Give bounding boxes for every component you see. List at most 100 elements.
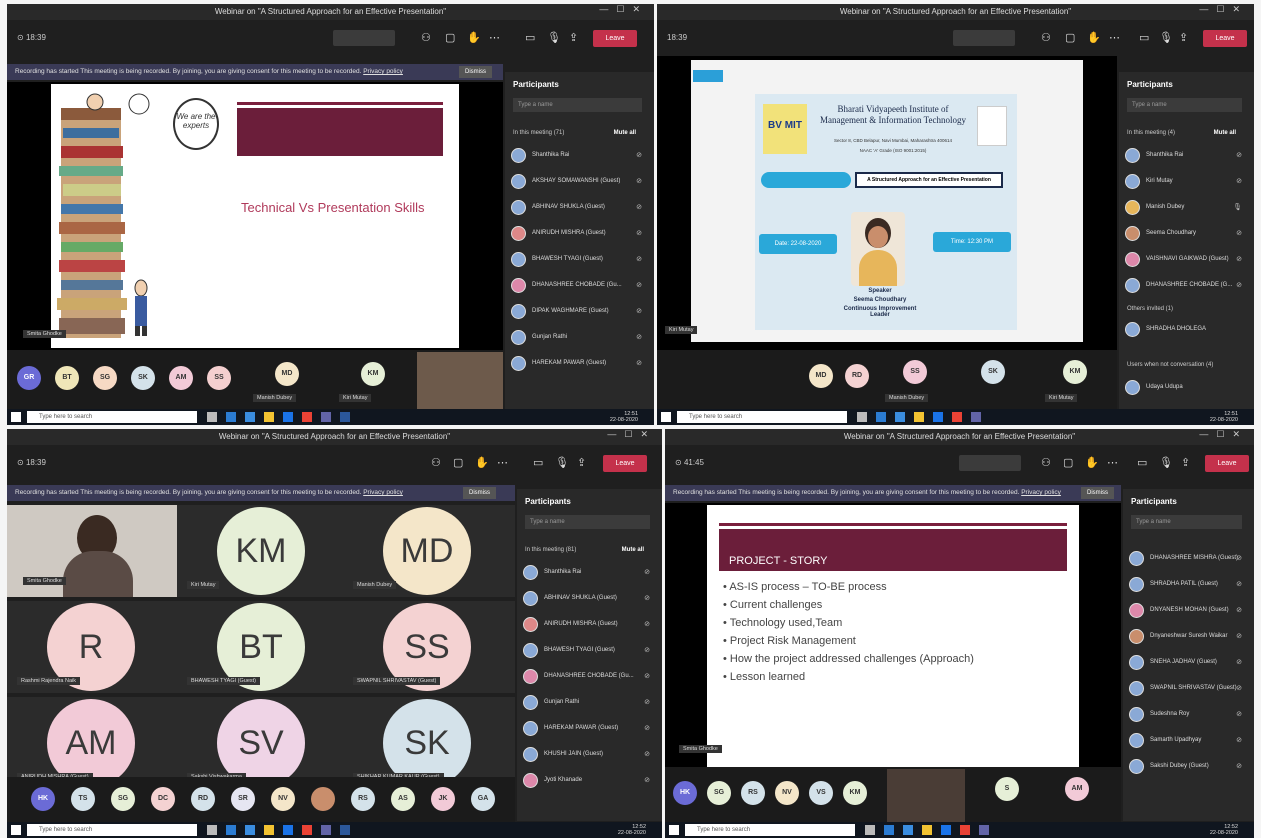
mic-icon[interactable]: 🎙 bbox=[1159, 456, 1173, 469]
search-box[interactable] bbox=[959, 455, 1021, 471]
avatar[interactable]: AS bbox=[391, 787, 415, 811]
list-item[interactable]: Gunjan Rathi ⊘ bbox=[511, 324, 646, 350]
mute-all-button[interactable]: Mute all bbox=[622, 547, 644, 553]
list-item[interactable]: BHAWESH TYAGI (Guest) ⊘ bbox=[511, 246, 646, 272]
avatar[interactable]: RD bbox=[845, 364, 869, 388]
list-item[interactable]: Manish Dubey 🎙 bbox=[1125, 194, 1246, 220]
store-icon[interactable] bbox=[895, 412, 905, 422]
avatar[interactable]: AM bbox=[169, 366, 193, 390]
search-box[interactable] bbox=[953, 30, 1015, 46]
avatar[interactable] bbox=[311, 787, 335, 811]
list-item[interactable]: DHANASHREE CHOBADE (G... ⊘ bbox=[1125, 272, 1246, 298]
list-item[interactable]: ANIRUDH MISHRA (Guest) ⊘ bbox=[511, 220, 646, 246]
avatar[interactable]: JK bbox=[431, 787, 455, 811]
mail-icon[interactable] bbox=[933, 412, 943, 422]
avatar[interactable]: NV bbox=[775, 781, 799, 805]
camera-icon[interactable]: ▭ bbox=[533, 456, 543, 469]
list-item[interactable]: KHUSHI JAIN (Guest) ⊘ bbox=[523, 741, 654, 767]
avatar[interactable]: SR bbox=[231, 787, 255, 811]
task-view-icon[interactable] bbox=[865, 825, 875, 835]
store-icon[interactable] bbox=[245, 412, 255, 422]
mic-icon[interactable]: 🎙 bbox=[547, 31, 561, 44]
avatar[interactable]: SS bbox=[207, 366, 231, 390]
mic-icon[interactable]: 🎙 bbox=[1159, 31, 1173, 44]
avatar[interactable]: RS bbox=[741, 781, 765, 805]
raise-hand-icon[interactable]: ✋ bbox=[1087, 31, 1101, 44]
edge-icon[interactable] bbox=[876, 412, 886, 422]
share-icon[interactable]: ⇪ bbox=[1179, 31, 1188, 44]
camera-icon[interactable]: ▭ bbox=[1139, 31, 1149, 44]
list-item[interactable]: DHANASHREE CHOBADE (Gu... ⊘ bbox=[523, 663, 654, 689]
leave-button[interactable]: Leave bbox=[1203, 30, 1247, 47]
participants-icon[interactable]: ⚇ bbox=[421, 31, 431, 44]
list-item[interactable]: Shanthika Rai ⊘ bbox=[511, 142, 646, 168]
store-icon[interactable] bbox=[903, 825, 913, 835]
teams-icon[interactable] bbox=[979, 825, 989, 835]
mail-icon[interactable] bbox=[283, 412, 293, 422]
avatar[interactable]: MD bbox=[809, 364, 833, 388]
taskbar-search[interactable]: Type here to search bbox=[27, 411, 197, 423]
avatar[interactable]: VS bbox=[809, 781, 833, 805]
list-item[interactable]: Sudeshna Roy ⊘ bbox=[1129, 701, 1246, 727]
mail-icon[interactable] bbox=[283, 825, 293, 835]
avatar[interactable]: BT bbox=[55, 366, 79, 390]
list-item[interactable]: Dnyaneshwar Suresh Waikar ⊘ bbox=[1129, 623, 1246, 649]
raise-hand-icon[interactable]: ✋ bbox=[467, 31, 481, 44]
teams-icon[interactable] bbox=[321, 412, 331, 422]
leave-button[interactable]: Leave bbox=[593, 30, 637, 47]
window-controls[interactable]: —☐✕ bbox=[1199, 429, 1248, 440]
list-item[interactable]: Sakshi Dubey (Guest) ⊘ bbox=[1129, 753, 1246, 779]
word-icon[interactable] bbox=[340, 825, 350, 835]
privacy-link[interactable]: Privacy policy bbox=[1021, 489, 1061, 496]
explorer-icon[interactable] bbox=[264, 825, 274, 835]
list-item[interactable]: AKSHAY SOMAWANSHI (Guest) ⊘ bbox=[511, 168, 646, 194]
avatar[interactable]: MD bbox=[275, 362, 299, 386]
leave-button[interactable]: Leave bbox=[603, 455, 647, 472]
avatar[interactable]: SK bbox=[131, 366, 155, 390]
chat-icon[interactable]: ▢ bbox=[1065, 31, 1075, 44]
list-item[interactable]: HAREKAM PAWAR (Guest) ⊘ bbox=[511, 350, 646, 376]
avatar[interactable]: KM bbox=[843, 781, 867, 805]
task-view-icon[interactable] bbox=[207, 825, 217, 835]
leave-button[interactable]: Leave bbox=[1205, 455, 1249, 472]
avatar[interactable]: RS bbox=[351, 787, 375, 811]
list-item[interactable]: HAREKAM PAWAR (Guest) ⊘ bbox=[523, 715, 654, 741]
mute-all-button[interactable]: Mute all bbox=[614, 130, 636, 136]
avatar[interactable]: SG bbox=[93, 366, 117, 390]
search-box[interactable] bbox=[333, 30, 395, 46]
chrome-icon[interactable] bbox=[952, 412, 962, 422]
taskbar-search[interactable]: Type here to search bbox=[677, 411, 847, 423]
avatar[interactable]: TS bbox=[71, 787, 95, 811]
participant-search-input[interactable]: Type a name bbox=[1127, 98, 1242, 112]
camera-icon[interactable]: ▭ bbox=[1137, 456, 1147, 469]
list-item[interactable]: Udaya Udupa bbox=[1125, 374, 1246, 400]
window-controls[interactable]: —☐✕ bbox=[599, 4, 648, 15]
share-icon[interactable]: ⇪ bbox=[577, 456, 586, 469]
avatar[interactable]: SG bbox=[111, 787, 135, 811]
avatar[interactable]: AM bbox=[1065, 777, 1089, 801]
avatar[interactable]: HK bbox=[673, 781, 697, 805]
browser-tab[interactable] bbox=[693, 70, 723, 82]
window-controls[interactable]: —☐✕ bbox=[1199, 4, 1248, 15]
avatar[interactable]: SS bbox=[903, 360, 927, 384]
list-item[interactable]: ABHINAV SHUKLA (Guest) ⊘ bbox=[511, 194, 646, 220]
privacy-link[interactable]: Privacy policy bbox=[363, 489, 403, 496]
avatar[interactable]: GA bbox=[471, 787, 495, 811]
list-item[interactable]: Shanthika Rai ⊘ bbox=[1125, 142, 1246, 168]
participant-search-input[interactable]: Type a name bbox=[1131, 515, 1242, 529]
avatar[interactable]: GR bbox=[17, 366, 41, 390]
dismiss-button[interactable]: Dismiss bbox=[459, 66, 492, 78]
list-item[interactable]: Shanthika Rai ⊘ bbox=[523, 559, 654, 585]
list-item[interactable]: Jyoti Khanade ⊘ bbox=[523, 767, 654, 793]
edge-icon[interactable] bbox=[884, 825, 894, 835]
list-item[interactable]: DHANASHREE CHOBADE (Gu... ⊘ bbox=[511, 272, 646, 298]
edge-icon[interactable] bbox=[226, 412, 236, 422]
task-view-icon[interactable] bbox=[857, 412, 867, 422]
edge-icon[interactable] bbox=[226, 825, 236, 835]
more-options-icon[interactable]: ⋯ bbox=[1107, 456, 1118, 469]
chrome-icon[interactable] bbox=[302, 825, 312, 835]
windows-start-icon[interactable] bbox=[11, 825, 21, 835]
participants-icon[interactable]: ⚇ bbox=[1041, 31, 1051, 44]
list-item[interactable]: VAISHNAVI GAIKWAD (Guest) ⊘ bbox=[1125, 246, 1246, 272]
avatar[interactable]: KM bbox=[1063, 360, 1087, 384]
